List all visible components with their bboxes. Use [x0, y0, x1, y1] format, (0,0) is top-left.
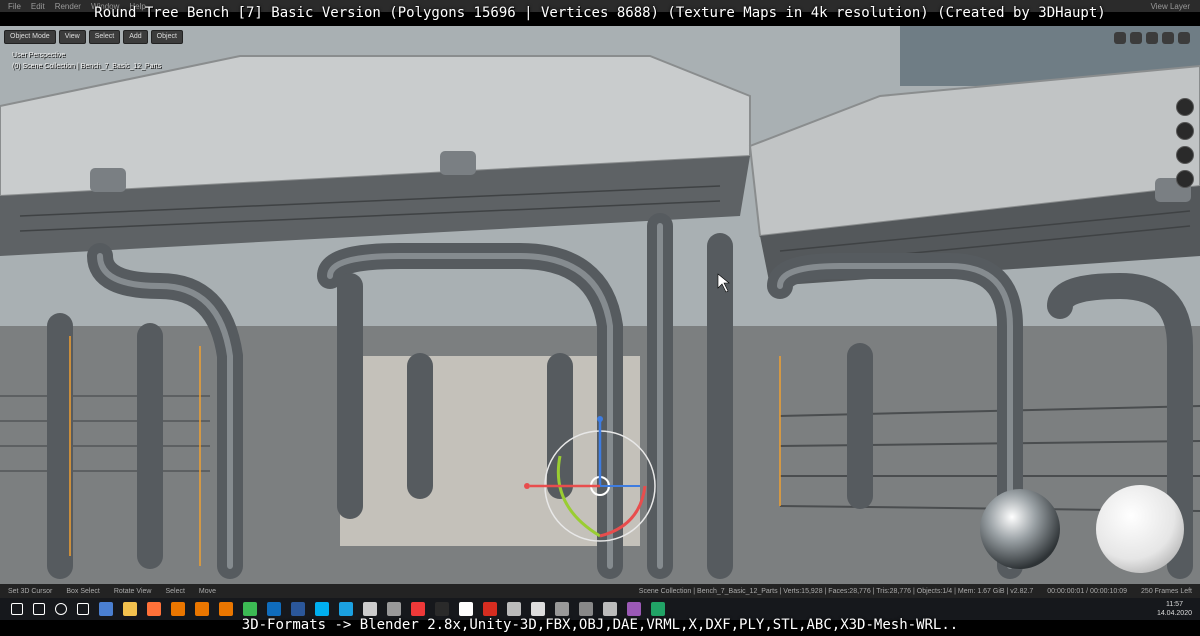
- viewport-shading-controls: [1114, 32, 1190, 44]
- clock-time: 11:57: [1165, 601, 1183, 608]
- object-menu[interactable]: Object: [150, 30, 183, 44]
- overlay-toggle-icon[interactable]: [1114, 32, 1126, 44]
- bench-render: [0, 26, 1200, 584]
- material-shading-icon[interactable]: [1178, 32, 1190, 44]
- solid-shading-icon[interactable]: [1162, 32, 1174, 44]
- video-title-overlay: Round Tree Bench [7] Basic Version (Poly…: [94, 5, 1106, 21]
- select-menu[interactable]: Select: [88, 30, 121, 44]
- status-bar: Set 3D Cursor Box Select Rotate View Sel…: [0, 584, 1200, 598]
- zoom-icon[interactable]: [1176, 98, 1194, 116]
- status-hint-rotate-view: Rotate View: [113, 587, 152, 595]
- pan-hand-icon[interactable]: [1176, 122, 1194, 140]
- frames-left: 250 Frames Left: [1141, 587, 1192, 595]
- status-hint-select: Select: [165, 587, 185, 595]
- timecode: 00:00:00:01 / 00:00:10:09: [1047, 587, 1128, 595]
- view-menu[interactable]: View: [58, 30, 86, 44]
- viewport-navigation: [1176, 98, 1194, 188]
- collection-label: (0) Scene Collection | Bench_7_Basic_12_…: [12, 63, 162, 70]
- video-subtitle-overlay: 3D-Formats -> Blender 2.8x,Unity-3D,FBX,…: [241, 617, 959, 633]
- perspective-label: User Perspective: [12, 52, 66, 59]
- grid-icon[interactable]: [1176, 170, 1194, 188]
- status-hint-box-select: Box Select: [66, 587, 100, 595]
- status-hint-move: Move: [198, 587, 217, 595]
- add-menu[interactable]: Add: [123, 30, 148, 44]
- xray-toggle-icon[interactable]: [1130, 32, 1142, 44]
- 3d-viewport[interactable]: Object Mode View Select Add Object User …: [0, 26, 1200, 584]
- status-hint-set-cursor: Set 3D Cursor: [8, 587, 53, 595]
- object-mode-dropdown[interactable]: Object Mode: [4, 30, 56, 44]
- viewport-header: Object Mode View Select Add Object: [4, 30, 183, 44]
- wireframe-shading-icon[interactable]: [1146, 32, 1158, 44]
- scene-stats: Scene Collection | Bench_7_Basic_12_Part…: [638, 587, 1034, 595]
- camera-icon[interactable]: [1176, 146, 1194, 164]
- viewport-info: User Perspective (0) Scene Collection | …: [12, 50, 161, 72]
